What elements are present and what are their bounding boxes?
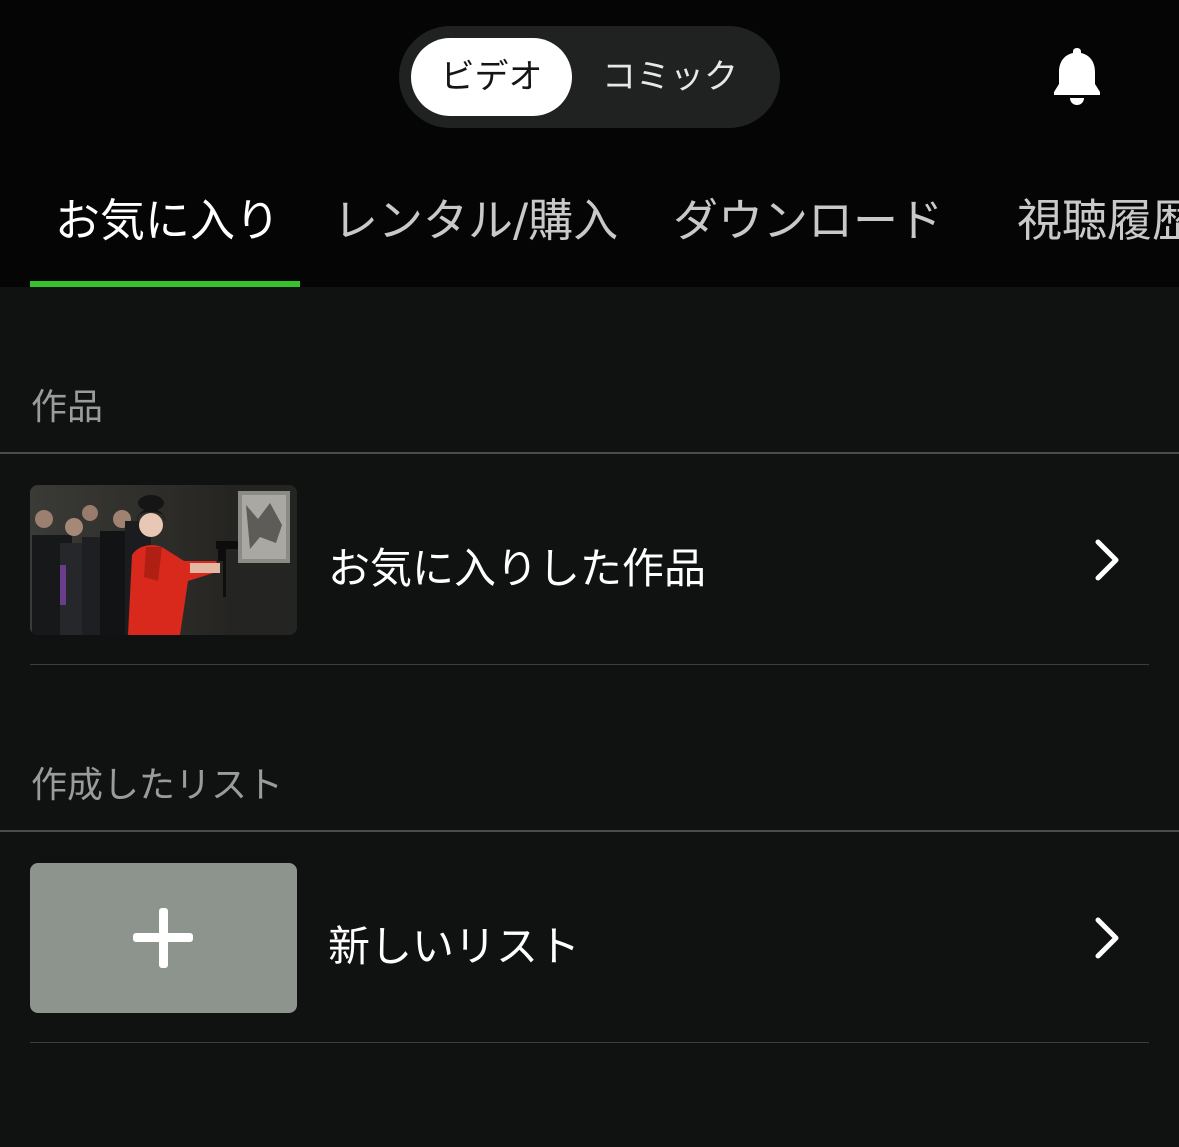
section-label-works: 作品 [31, 387, 104, 428]
tab-favorites[interactable]: お気に入り [55, 184, 280, 249]
film-still-thumbnail [30, 485, 297, 635]
favorites-works-title: お気に入りした作品 [328, 544, 707, 593]
chevron-right-icon [1092, 537, 1122, 583]
top-bar: ビデオ コミック お気に入り レンタル/購入 ダウンロード 視聴履歴 [0, 0, 1179, 287]
row-divider [30, 664, 1149, 665]
new-list-title: 新しいリスト [328, 922, 581, 971]
section-label-lists: 作成したリスト [31, 765, 284, 806]
content-type-switch: ビデオ コミック [399, 26, 780, 128]
tab-bar: お気に入り レンタル/購入 ダウンロード 視聴履歴 [0, 150, 1179, 287]
tab-rental-purchase[interactable]: レンタル/購入 [333, 184, 618, 249]
new-list-thumbnail [30, 863, 297, 1013]
chevron-right-icon [1092, 915, 1122, 961]
tab-watch-history[interactable]: 視聴履歴 [1017, 184, 1179, 249]
active-tab-indicator [30, 281, 300, 287]
plus-icon [133, 908, 193, 968]
section-divider [0, 830, 1179, 832]
new-list-row[interactable]: 新しいリスト [30, 863, 1149, 1043]
tab-download[interactable]: ダウンロード [673, 184, 943, 249]
bell-icon[interactable] [1050, 44, 1104, 108]
section-divider [0, 452, 1179, 454]
video-segment-button[interactable]: ビデオ [411, 38, 572, 116]
comic-segment-button[interactable]: コミック [585, 38, 755, 116]
row-divider [30, 1042, 1149, 1043]
favorites-works-row[interactable]: お気に入りした作品 [30, 485, 1149, 665]
